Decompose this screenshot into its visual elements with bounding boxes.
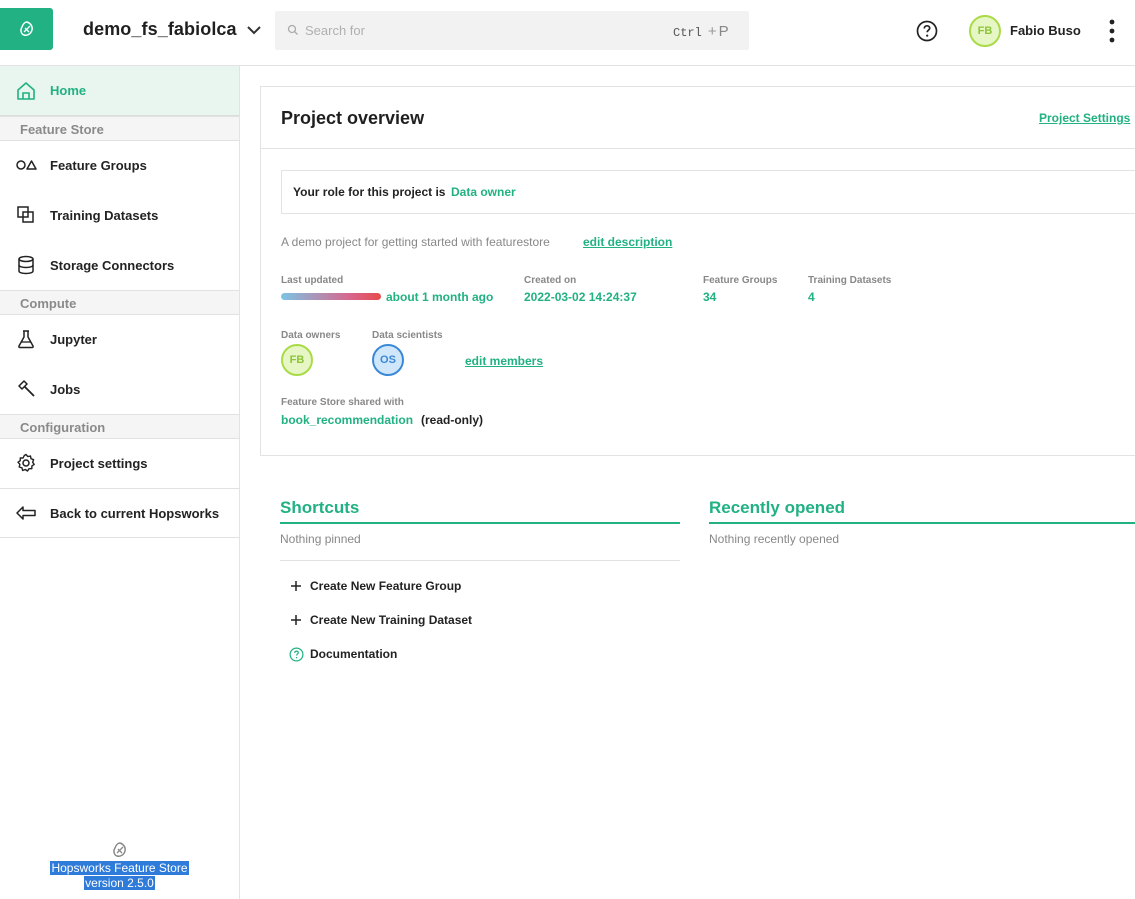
training-datasets-icon	[17, 206, 34, 223]
shortcut-key-p: P	[718, 23, 729, 40]
version-info: Hopsworks Feature Store version 2.5.0	[0, 861, 239, 891]
last-updated-value: about 1 month ago	[386, 290, 494, 304]
version-product: Hopsworks Feature Store	[50, 861, 189, 875]
hopsworks-logo-icon	[19, 21, 33, 36]
training-datasets-label: Training Datasets	[808, 275, 892, 286]
section-compute: Compute	[0, 290, 239, 315]
shortcut-label: Create New Training Dataset	[310, 613, 473, 627]
hopsworks-footer-logo-icon	[113, 842, 126, 857]
version-number: version 2.5.0	[84, 876, 155, 890]
sidebar-item-jobs[interactable]: Jobs	[0, 364, 239, 414]
shortcuts-underline	[280, 522, 680, 524]
hammer-icon	[18, 380, 35, 397]
section-label: Feature Store	[20, 122, 104, 137]
shortcut-key-ctrl: Ctrl	[673, 26, 702, 40]
recently-opened-empty-text: Nothing recently opened	[709, 532, 840, 546]
shortcut-label: Documentation	[310, 647, 398, 661]
sidebar-item-training-datasets[interactable]: Training Datasets	[0, 190, 239, 240]
project-settings-link[interactable]: Project Settings	[1039, 111, 1130, 125]
flask-icon	[18, 330, 34, 349]
documentation-shortcut[interactable]: Documentation	[288, 645, 397, 663]
sidebar-item-feature-groups[interactable]: Feature Groups	[0, 140, 239, 190]
activity-gradient-bar	[281, 293, 381, 300]
sidebar-item-label: Project settings	[50, 455, 148, 471]
role-label: Your role for this project is	[293, 185, 446, 199]
search-input[interactable]	[305, 21, 665, 40]
shared-with-label: Feature Store shared with	[281, 397, 404, 408]
created-label: Created on	[524, 275, 577, 286]
project-overview-card: Project overview Project Settings Your r…	[260, 86, 1135, 456]
edit-description-link[interactable]: edit description	[583, 235, 672, 249]
database-icon	[18, 255, 34, 275]
search-shortcut-hint: Ctrl + P	[673, 23, 729, 40]
sidebar-item-label: Storage Connectors	[50, 257, 175, 273]
data-scientist-avatar[interactable]: OS	[372, 344, 404, 376]
training-datasets-count[interactable]: 4	[808, 290, 815, 304]
sidebar-item-label: Back to current Hopsworks	[50, 505, 220, 521]
project-selector[interactable]: demo_fs_fabiolca	[83, 19, 237, 40]
shortcut-label: Create New Feature Group	[310, 579, 462, 593]
shortcut-plus: +	[707, 23, 717, 40]
sidebar-item-home[interactable]: Home	[0, 66, 239, 116]
top-header: demo_fs_fabiolca Ctrl +P FB Fabio Buso	[0, 0, 1135, 66]
page-title: Project overview	[281, 108, 425, 128]
gear-icon	[17, 453, 35, 472]
role-banner: Your role for this project is Data owner	[281, 170, 1135, 214]
sidebar-item-label: Feature Groups	[50, 157, 147, 173]
shared-mode: (read-only)	[421, 413, 484, 427]
search-box[interactable]: Ctrl +P	[275, 11, 749, 50]
section-feature-store: Feature Store	[0, 116, 239, 141]
sidebar: Home Feature Store Feature Groups Traini…	[0, 66, 240, 899]
home-icon	[17, 82, 35, 100]
user-avatar[interactable]: FB	[969, 15, 1001, 47]
shared-project-link[interactable]: book_recommendation	[281, 413, 413, 427]
sidebar-item-label: Training Datasets	[50, 207, 159, 223]
create-training-dataset-shortcut[interactable]: Create New Training Dataset	[288, 611, 472, 629]
more-vertical-icon[interactable]	[1104, 18, 1120, 44]
chevron-down-icon[interactable]	[246, 24, 262, 36]
help-circle-icon	[288, 646, 304, 662]
data-scientists-label: Data scientists	[372, 330, 443, 341]
created-value: 2022-03-02 14:24:37	[524, 290, 637, 304]
feature-groups-count[interactable]: 34	[703, 290, 716, 304]
plus-icon	[288, 612, 304, 628]
arrow-left-icon	[16, 506, 36, 520]
recently-opened-underline	[709, 522, 1135, 524]
data-owners-label: Data owners	[281, 330, 341, 341]
plus-icon	[288, 578, 304, 594]
hopsworks-logo-button[interactable]	[0, 8, 53, 50]
section-label: Compute	[20, 296, 77, 311]
create-feature-group-shortcut[interactable]: Create New Feature Group	[288, 577, 461, 595]
section-label: Configuration	[20, 420, 106, 435]
user-name[interactable]: Fabio Buso	[1010, 23, 1081, 38]
recently-opened-title: Recently opened	[709, 498, 846, 517]
shortcuts-empty-text: Nothing pinned	[280, 532, 361, 546]
shortcuts-divider	[280, 560, 680, 561]
help-icon[interactable]	[916, 20, 938, 42]
feature-groups-label: Feature Groups	[703, 275, 778, 286]
search-icon	[287, 24, 298, 35]
sidebar-item-back[interactable]: Back to current Hopsworks	[0, 488, 239, 538]
edit-members-link[interactable]: edit members	[465, 354, 543, 368]
sidebar-item-label: Home	[50, 83, 87, 98]
data-owner-avatar[interactable]: FB	[281, 344, 313, 376]
feature-groups-icon	[16, 160, 37, 170]
last-updated-label: Last updated	[281, 275, 344, 286]
sidebar-item-project-settings[interactable]: Project settings	[0, 438, 239, 488]
card-divider	[261, 148, 1135, 149]
sidebar-item-label: Jobs	[50, 381, 81, 397]
shortcuts-title: Shortcuts	[280, 498, 360, 517]
project-description: A demo project for getting started with …	[281, 235, 550, 249]
section-configuration: Configuration	[0, 414, 239, 439]
sidebar-item-label: Jupyter	[50, 331, 97, 347]
sidebar-item-jupyter[interactable]: Jupyter	[0, 314, 239, 364]
sidebar-divider	[0, 537, 239, 538]
sidebar-item-storage-connectors[interactable]: Storage Connectors	[0, 240, 239, 290]
role-value: Data owner	[451, 185, 516, 199]
